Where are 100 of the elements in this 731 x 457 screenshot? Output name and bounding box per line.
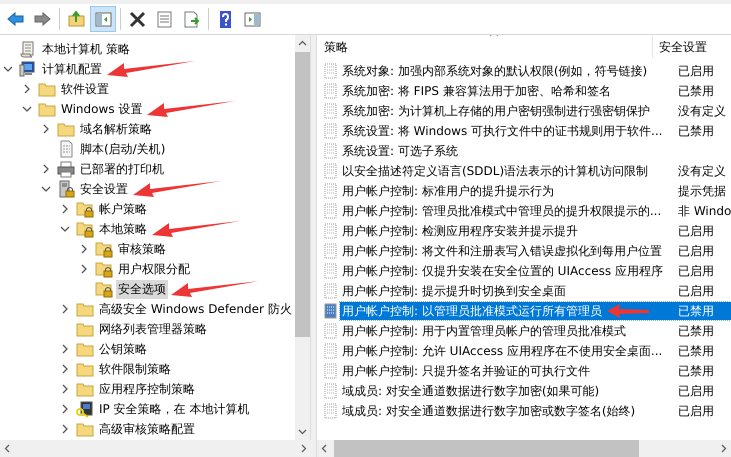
policy-name: 系统加密: 将 FIPS 兼容算法用于加密、哈希和签名 [342, 82, 611, 100]
tree-item[interactable]: 安全选项 [116, 280, 168, 298]
policy-row[interactable]: 用户帐户控制: 将文件和注册表写入错误虚拟化到每用户位置 已启用 [340, 242, 731, 260]
policy-name: 系统设置: 将 Windows 可执行文件中的证书规则用于软件... [342, 122, 662, 140]
tree-item[interactable]: Windows 设置 [59, 100, 144, 118]
tree-item[interactable]: 软件设置 [59, 80, 111, 98]
setting-value: 已禁用 [677, 122, 714, 140]
policy-row[interactable]: 用户帐户控制: 管理员批准模式中管理员的提升权限提示的... 非 Windo [340, 202, 731, 220]
policy-row[interactable]: 用户帐户控制: 允许 UIAccess 应用程序在不使用安全桌面... 已禁用 [340, 342, 731, 360]
policy-name: 域成员: 对安全通道数据进行数字加密(如果可能) [342, 382, 600, 400]
back-arrow-icon [6, 10, 24, 28]
policy-row[interactable]: 用户帐户控制: 检测应用程序安装并提示提升 已启用 [340, 222, 731, 240]
policy-row[interactable]: 用户帐户控制: 标准用户的提升提示行为 提示凭据 [340, 182, 731, 200]
setting-value: 已启用 [677, 242, 714, 260]
policy-row[interactable]: 用户帐户控制: 仅提升安装在安全位置的 UIAccess 应用程序 已启用 [340, 262, 731, 280]
policy-row[interactable]: 系统加密: 为计算机上存储的用户密钥强制进行强密钥保护 没有定义 [340, 102, 731, 120]
horizontal-scrollbar[interactable] [0, 440, 311, 457]
tree-pane-icon [94, 10, 112, 28]
folder-up-icon [67, 10, 85, 28]
setting-value: 没有定义 [677, 102, 726, 120]
policy-row[interactable]: 系统对象: 加强内部系统对象的默认权限(例如，符号链接) 已启用 [340, 62, 731, 80]
tree-item[interactable]: 审核策略 [116, 240, 168, 258]
policy-name: 系统加密: 为计算机上存储的用户密钥强制进行强密钥保护 [342, 102, 650, 120]
tree-item[interactable]: 已部署的打印机 [78, 160, 166, 178]
policy-name: 系统设置: 可选子系统 [342, 142, 458, 160]
chevron-right-icon[interactable] [41, 124, 51, 134]
setting-value: 提示凭据 [677, 182, 726, 200]
chevron-right-icon[interactable] [41, 164, 51, 174]
setting-value: 非 Windo [677, 202, 731, 220]
policy-row[interactable]: 用户帐户控制: 用于内置管理员帐户的管理员批准模式 已禁用 [340, 322, 731, 340]
policy-row[interactable]: 以安全描述符定义语言(SDDL)语法表示的计算机访问限制 没有定义 [340, 162, 731, 180]
tree-item[interactable]: 本地策略 [97, 220, 149, 238]
policy-name: 用户帐户控制: 用于内置管理员帐户的管理员批准模式 [342, 322, 626, 340]
chevron-right-icon[interactable] [60, 304, 70, 314]
policy-name: 用户帐户控制: 允许 UIAccess 应用程序在不使用安全桌面... [342, 342, 662, 360]
policy-name: 用户帐户控制: 管理员批准模式中管理员的提升权限提示的... [342, 202, 662, 220]
policy-row[interactable]: 系统加密: 将 FIPS 兼容算法用于加密、哈希和签名 已禁用 [340, 82, 731, 100]
computer-key-icon [76, 400, 94, 418]
export-icon [182, 10, 200, 28]
chevron-right-icon[interactable] [60, 344, 70, 354]
chevron-right-icon[interactable] [79, 264, 89, 274]
tree-item[interactable]: 安全设置 [78, 180, 130, 198]
policy-icon [323, 303, 339, 319]
tree-item[interactable]: 高级安全 Windows Defender 防火 [97, 300, 294, 318]
policy-row[interactable]: 用户帐户控制: 提示提升时切换到安全桌面 已启用 [340, 282, 731, 300]
chevron-right-icon[interactable] [60, 204, 70, 214]
chevron-down-icon[interactable] [22, 104, 32, 114]
tree-item[interactable]: 网络列表管理器策略 [97, 320, 209, 338]
tree-item[interactable]: 计算机配置 [40, 60, 104, 78]
policy-name: 用户帐户控制: 将文件和注册表写入错误虚拟化到每用户位置 [342, 242, 662, 260]
column-header[interactable]: 安全设置 [653, 36, 707, 58]
policy-name: 用户帐户控制: 仅提升安装在安全位置的 UIAccess 应用程序 [342, 262, 663, 280]
chevron-down-icon[interactable] [60, 224, 70, 234]
setting-value: 已禁用 [677, 322, 714, 340]
chevron-right-icon[interactable] [60, 404, 70, 414]
policy-row[interactable]: 系统设置: 可选子系统 [340, 142, 731, 160]
chevron-right-icon[interactable] [22, 84, 32, 94]
horizontal-scrollbar[interactable] [317, 440, 731, 457]
tree-item[interactable]: IP 安全策略，在 本地计算机 [97, 400, 252, 418]
policy-name: 用户帐户控制: 只提升签名并验证的可执行文件 [342, 362, 590, 380]
policy-row[interactable]: 域成员: 对安全通道数据进行数字加密或数字签名(始终) 已启用 [340, 402, 731, 420]
chevron-down-icon[interactable] [41, 184, 51, 194]
setting-value: 没有定义 [677, 162, 726, 180]
forward-arrow-icon [33, 10, 51, 28]
chevron-right-icon[interactable] [60, 364, 70, 374]
policy-name: 以安全描述符定义语言(SDDL)语法表示的计算机访问限制 [342, 162, 648, 180]
tree-item[interactable]: 域名解析策略 [78, 120, 154, 138]
vertical-scrollbar[interactable] [295, 35, 310, 440]
tree-item[interactable]: 帐户策略 [97, 200, 149, 218]
tree-item[interactable]: 本地计算机 策略 [40, 40, 132, 58]
chevron-right-icon[interactable] [60, 424, 70, 434]
policy-row[interactable]: 系统设置: 将 Windows 可执行文件中的证书规则用于软件... 已禁用 [340, 122, 731, 140]
chevron-right-icon[interactable] [79, 244, 89, 254]
policy-row[interactable]: 用户帐户控制: 以管理员批准模式运行所有管理员 已禁用 [340, 302, 731, 320]
locked-folder-icon [76, 200, 94, 218]
policy-name: 用户帐户控制: 以管理员批准模式运行所有管理员 [342, 302, 602, 320]
tree-item[interactable]: 应用程序控制策略 [97, 380, 197, 398]
column-header[interactable]: 策略 [317, 36, 653, 58]
tree-item[interactable]: 高级审核策略配置 [97, 420, 197, 438]
document-icon [155, 10, 173, 28]
policy-row[interactable]: 域成员: 对安全通道数据进行数字加密(如果可能) 已启用 [340, 382, 731, 400]
printer-icon [57, 160, 75, 178]
chevron-right-icon[interactable] [60, 384, 70, 394]
setting-value: 已禁用 [677, 362, 714, 380]
setting-value: 已禁用 [677, 342, 714, 360]
policy-name: 系统对象: 加强内部系统对象的默认权限(例如，符号链接) [342, 62, 648, 80]
setting-value: 已启用 [677, 62, 714, 80]
policy-row[interactable]: 用户帐户控制: 只提升签名并验证的可执行文件 已禁用 [340, 362, 731, 380]
delete-icon [128, 10, 146, 28]
tree-item[interactable]: 软件限制策略 [97, 360, 173, 378]
chevron-down-icon[interactable] [3, 64, 13, 74]
setting-value: 已启用 [677, 282, 714, 300]
tree-item[interactable]: 脚本(启动/关机) [78, 140, 168, 158]
tree-pane-button[interactable] [90, 6, 116, 32]
setting-value: 已启用 [677, 402, 714, 420]
tree-item[interactable]: 公钥策略 [97, 340, 149, 358]
locked-folder-icon [95, 280, 113, 298]
policy-name: 域成员: 对安全通道数据进行数字加密或数字签名(始终) [342, 402, 636, 420]
tree-item[interactable]: 用户权限分配 [116, 260, 192, 278]
setting-value: 已启用 [677, 382, 714, 400]
